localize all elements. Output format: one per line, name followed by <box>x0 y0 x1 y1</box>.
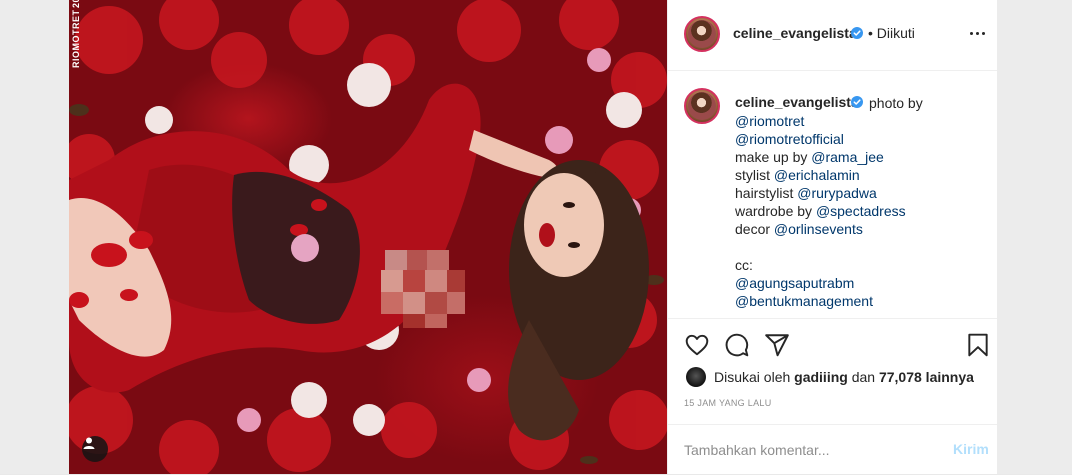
likes-prefix: Disukai oleh <box>714 369 791 385</box>
caption-line-text: wardrobe by <box>735 203 816 219</box>
post-side-panel: celine_evangelista • Diikuti celine_evan… <box>667 0 997 474</box>
comment-icon[interactable] <box>724 332 750 358</box>
caption-line: hairstylist @rurypadwa <box>735 184 985 202</box>
watermark-brand: RIOMOTRET <box>71 9 81 69</box>
more-options-button[interactable] <box>968 25 988 41</box>
mention-link[interactable]: @agungsaputrabm <box>735 275 854 291</box>
caption-line-blank <box>735 238 985 256</box>
likes-summary[interactable]: Disukai oleh gadiiing dan 77,078 lainnya <box>686 366 974 388</box>
caption-line-text: decor <box>735 221 774 237</box>
caption-line: decor @orlinsevents <box>735 220 985 238</box>
caption-line-text: stylist <box>735 167 774 183</box>
liker-username[interactable]: gadiiing <box>794 369 848 385</box>
mention-link[interactable]: @bentukmanagement <box>735 293 873 309</box>
post-photo[interactable]: RIOMOTRET 2021 <box>69 0 667 474</box>
photo-illustration <box>69 0 667 474</box>
mention-link[interactable]: @rurypadwa <box>797 185 877 201</box>
share-icon[interactable] <box>764 332 790 358</box>
comment-input[interactable] <box>684 440 934 460</box>
user-tag-icon <box>83 437 95 449</box>
watermark-year: 2021 <box>71 0 93 9</box>
likes-count[interactable]: 77,078 lainnya <box>879 369 974 385</box>
caption-line: photo by <box>735 94 985 112</box>
mention-link[interactable]: @erichalamin <box>774 167 860 183</box>
caption-line: stylist @erichalamin <box>735 166 985 184</box>
post-timestamp[interactable]: 15 JAM YANG LALU <box>684 398 772 408</box>
mention-link[interactable]: @riomotretofficial <box>735 131 844 147</box>
more-options-icon-dot <box>976 32 979 35</box>
mention-link[interactable]: @orlinsevents <box>774 221 863 237</box>
photo-watermark: RIOMOTRET 2021 <box>71 0 93 69</box>
post-comment-button[interactable]: Kirim <box>953 441 989 457</box>
caption-line: wardrobe by @spectadress <box>735 202 985 220</box>
author-avatar[interactable] <box>684 16 720 52</box>
caption-line: @riomotretofficial <box>735 130 985 148</box>
page-margin-left <box>0 0 69 474</box>
action-bar <box>668 318 997 369</box>
heart-icon[interactable] <box>684 332 710 358</box>
mention-link[interactable]: @riomotret <box>735 113 804 129</box>
caption-text: photo by @riomotret @riomotretofficial m… <box>735 94 985 310</box>
likes-middle: dan <box>851 369 876 385</box>
caption-line: @riomotret <box>735 112 985 130</box>
caption-line: @agungsaputrabm <box>735 274 985 292</box>
verified-badge-icon <box>851 27 863 39</box>
caption-line: make up by @rama_jee <box>735 148 985 166</box>
caption-line-text: photo by <box>869 95 923 111</box>
caption-author-avatar[interactable] <box>684 88 720 124</box>
comment-form: Kirim <box>668 424 997 475</box>
mention-link[interactable]: @rama_jee <box>811 149 884 165</box>
post-header: celine_evangelista • Diikuti <box>668 0 997 71</box>
caption-line-text: hairstylist <box>735 185 798 201</box>
bookmark-icon[interactable] <box>965 332 991 358</box>
caption-line-text: cc: <box>735 257 753 273</box>
mention-link[interactable]: @spectadress <box>816 203 906 219</box>
caption-line-text: make up by <box>735 149 812 165</box>
caption: celine_evangelista photo by @riomotret @… <box>668 71 997 317</box>
liker-avatar <box>686 367 706 387</box>
caption-line: @bentukmanagement <box>735 292 985 310</box>
author-username[interactable]: celine_evangelista <box>733 25 857 41</box>
caption-line: cc: <box>735 256 985 274</box>
follow-status[interactable]: • Diikuti <box>868 25 915 41</box>
more-options-icon <box>970 32 973 35</box>
page-margin-right <box>996 0 1072 474</box>
more-options-icon-dot <box>982 32 985 35</box>
user-tag-button[interactable] <box>82 436 108 462</box>
